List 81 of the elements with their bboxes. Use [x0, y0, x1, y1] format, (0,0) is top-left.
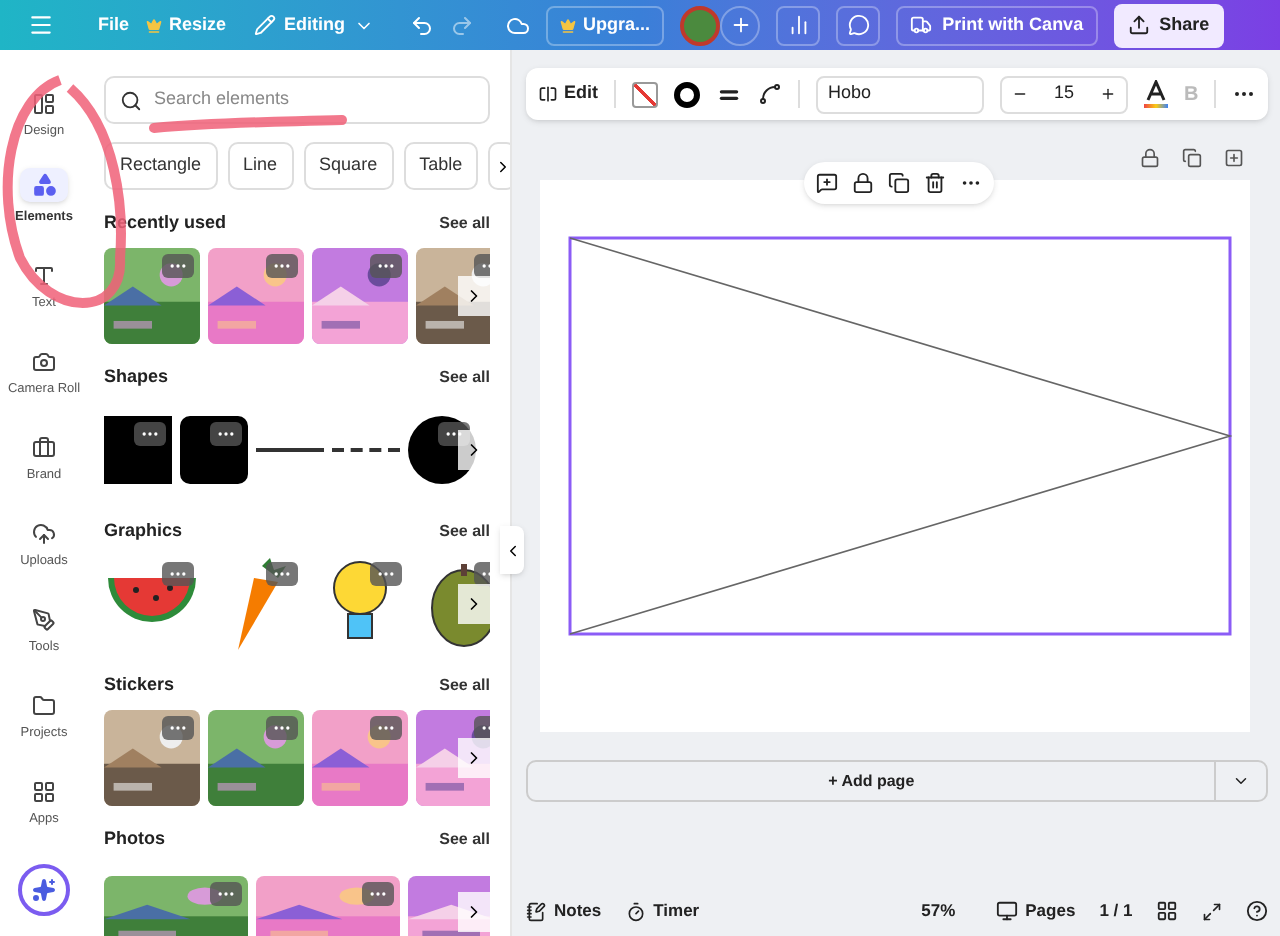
search-field[interactable]: Search elements [104, 76, 490, 124]
more-icon[interactable] [210, 422, 242, 446]
zoom-level[interactable]: 57% [921, 898, 956, 924]
comment-icon[interactable] [816, 172, 838, 194]
pages-button[interactable]: Pages [995, 898, 1076, 924]
more-icon[interactable] [370, 562, 402, 586]
layout-icon [31, 92, 56, 117]
line-type-icon[interactable] [758, 82, 782, 106]
crown-icon [145, 17, 162, 33]
monitor-icon [995, 900, 1018, 923]
chart-button[interactable] [776, 5, 821, 45]
delete-icon[interactable] [924, 172, 946, 194]
edit-button[interactable]: Edit [538, 80, 598, 108]
chart-icon [787, 14, 810, 36]
section-title: Shapes [104, 364, 169, 391]
section-title: Photos [104, 826, 165, 853]
triangle-drawing[interactable] [568, 236, 1232, 636]
font-size-value[interactable]: 15 [1053, 80, 1074, 108]
fullscreen-icon[interactable] [1202, 901, 1223, 922]
sparkles-icon [32, 878, 56, 902]
upload-icon [31, 522, 56, 547]
add-page-icon[interactable] [1224, 148, 1245, 168]
add-page-button[interactable]: + Add page [526, 760, 1269, 802]
page-counter: 1 / 1 [1099, 898, 1133, 924]
filter-chip[interactable]: Rectangle [104, 142, 218, 190]
add-member-button[interactable] [720, 5, 761, 45]
search-icon [120, 89, 142, 111]
lock-icon[interactable] [1140, 148, 1161, 168]
see-all-link[interactable]: See all [439, 520, 490, 544]
duplicate-icon[interactable] [888, 172, 910, 194]
more-icon[interactable] [266, 562, 298, 586]
edit-icon [538, 84, 558, 104]
menu-icon[interactable] [28, 12, 54, 38]
crown-icon [559, 17, 576, 33]
search-input[interactable]: Search elements [154, 86, 474, 114]
see-all-link[interactable]: See all [439, 828, 490, 852]
font-size-control[interactable]: 15 [1000, 75, 1128, 113]
see-all-link[interactable]: See all [439, 366, 490, 390]
increase-icon[interactable] [1099, 86, 1116, 102]
filter-chip[interactable]: Line [227, 142, 294, 190]
undo-icon[interactable] [409, 13, 434, 37]
timer-icon [625, 901, 646, 922]
timer-button[interactable]: Timer [625, 898, 700, 924]
see-all-link[interactable]: See all [439, 674, 490, 698]
comment-button[interactable] [836, 5, 881, 45]
print-button[interactable]: Print with Canva [896, 5, 1098, 45]
cloud-icon[interactable] [505, 13, 530, 37]
truck-icon [910, 14, 933, 36]
font-dropdown[interactable]: Hobo [816, 75, 984, 113]
section-title: Stickers [104, 672, 175, 699]
upload-icon [1127, 14, 1150, 36]
pen-icon [32, 608, 56, 633]
section-title: Graphics [104, 518, 183, 545]
no-fill-icon[interactable] [632, 81, 658, 107]
filter-chip[interactable]: Table [403, 142, 479, 190]
dashed-line-shape[interactable] [332, 448, 400, 452]
magic-button[interactable] [18, 864, 70, 916]
stroke-color-icon[interactable] [674, 81, 700, 107]
help-icon[interactable] [1246, 900, 1269, 923]
text-color-icon[interactable] [1144, 80, 1168, 108]
lock-icon[interactable] [852, 172, 874, 194]
grid-view-icon[interactable] [1156, 900, 1179, 923]
comment-icon [847, 14, 870, 36]
filter-chip[interactable]: Square [303, 142, 394, 190]
notes-button[interactable]: Notes [526, 898, 602, 924]
duplicate-icon[interactable] [1182, 148, 1203, 168]
see-all-link[interactable]: See all [439, 212, 490, 236]
pencil-icon [254, 14, 277, 36]
upgrade-button[interactable]: Upgra... [545, 5, 665, 45]
apps-icon [31, 780, 56, 805]
plus-icon [729, 14, 752, 36]
briefcase-icon [31, 436, 56, 461]
more-icon[interactable] [162, 562, 194, 586]
camera-icon [32, 350, 56, 375]
notes-icon [526, 901, 546, 922]
more-icon[interactable] [134, 422, 166, 446]
folder-icon [31, 694, 56, 719]
share-button[interactable]: Share [1113, 3, 1224, 47]
caret-icon [1232, 772, 1251, 790]
shapes-icon [31, 172, 57, 199]
text-icon [32, 264, 56, 289]
